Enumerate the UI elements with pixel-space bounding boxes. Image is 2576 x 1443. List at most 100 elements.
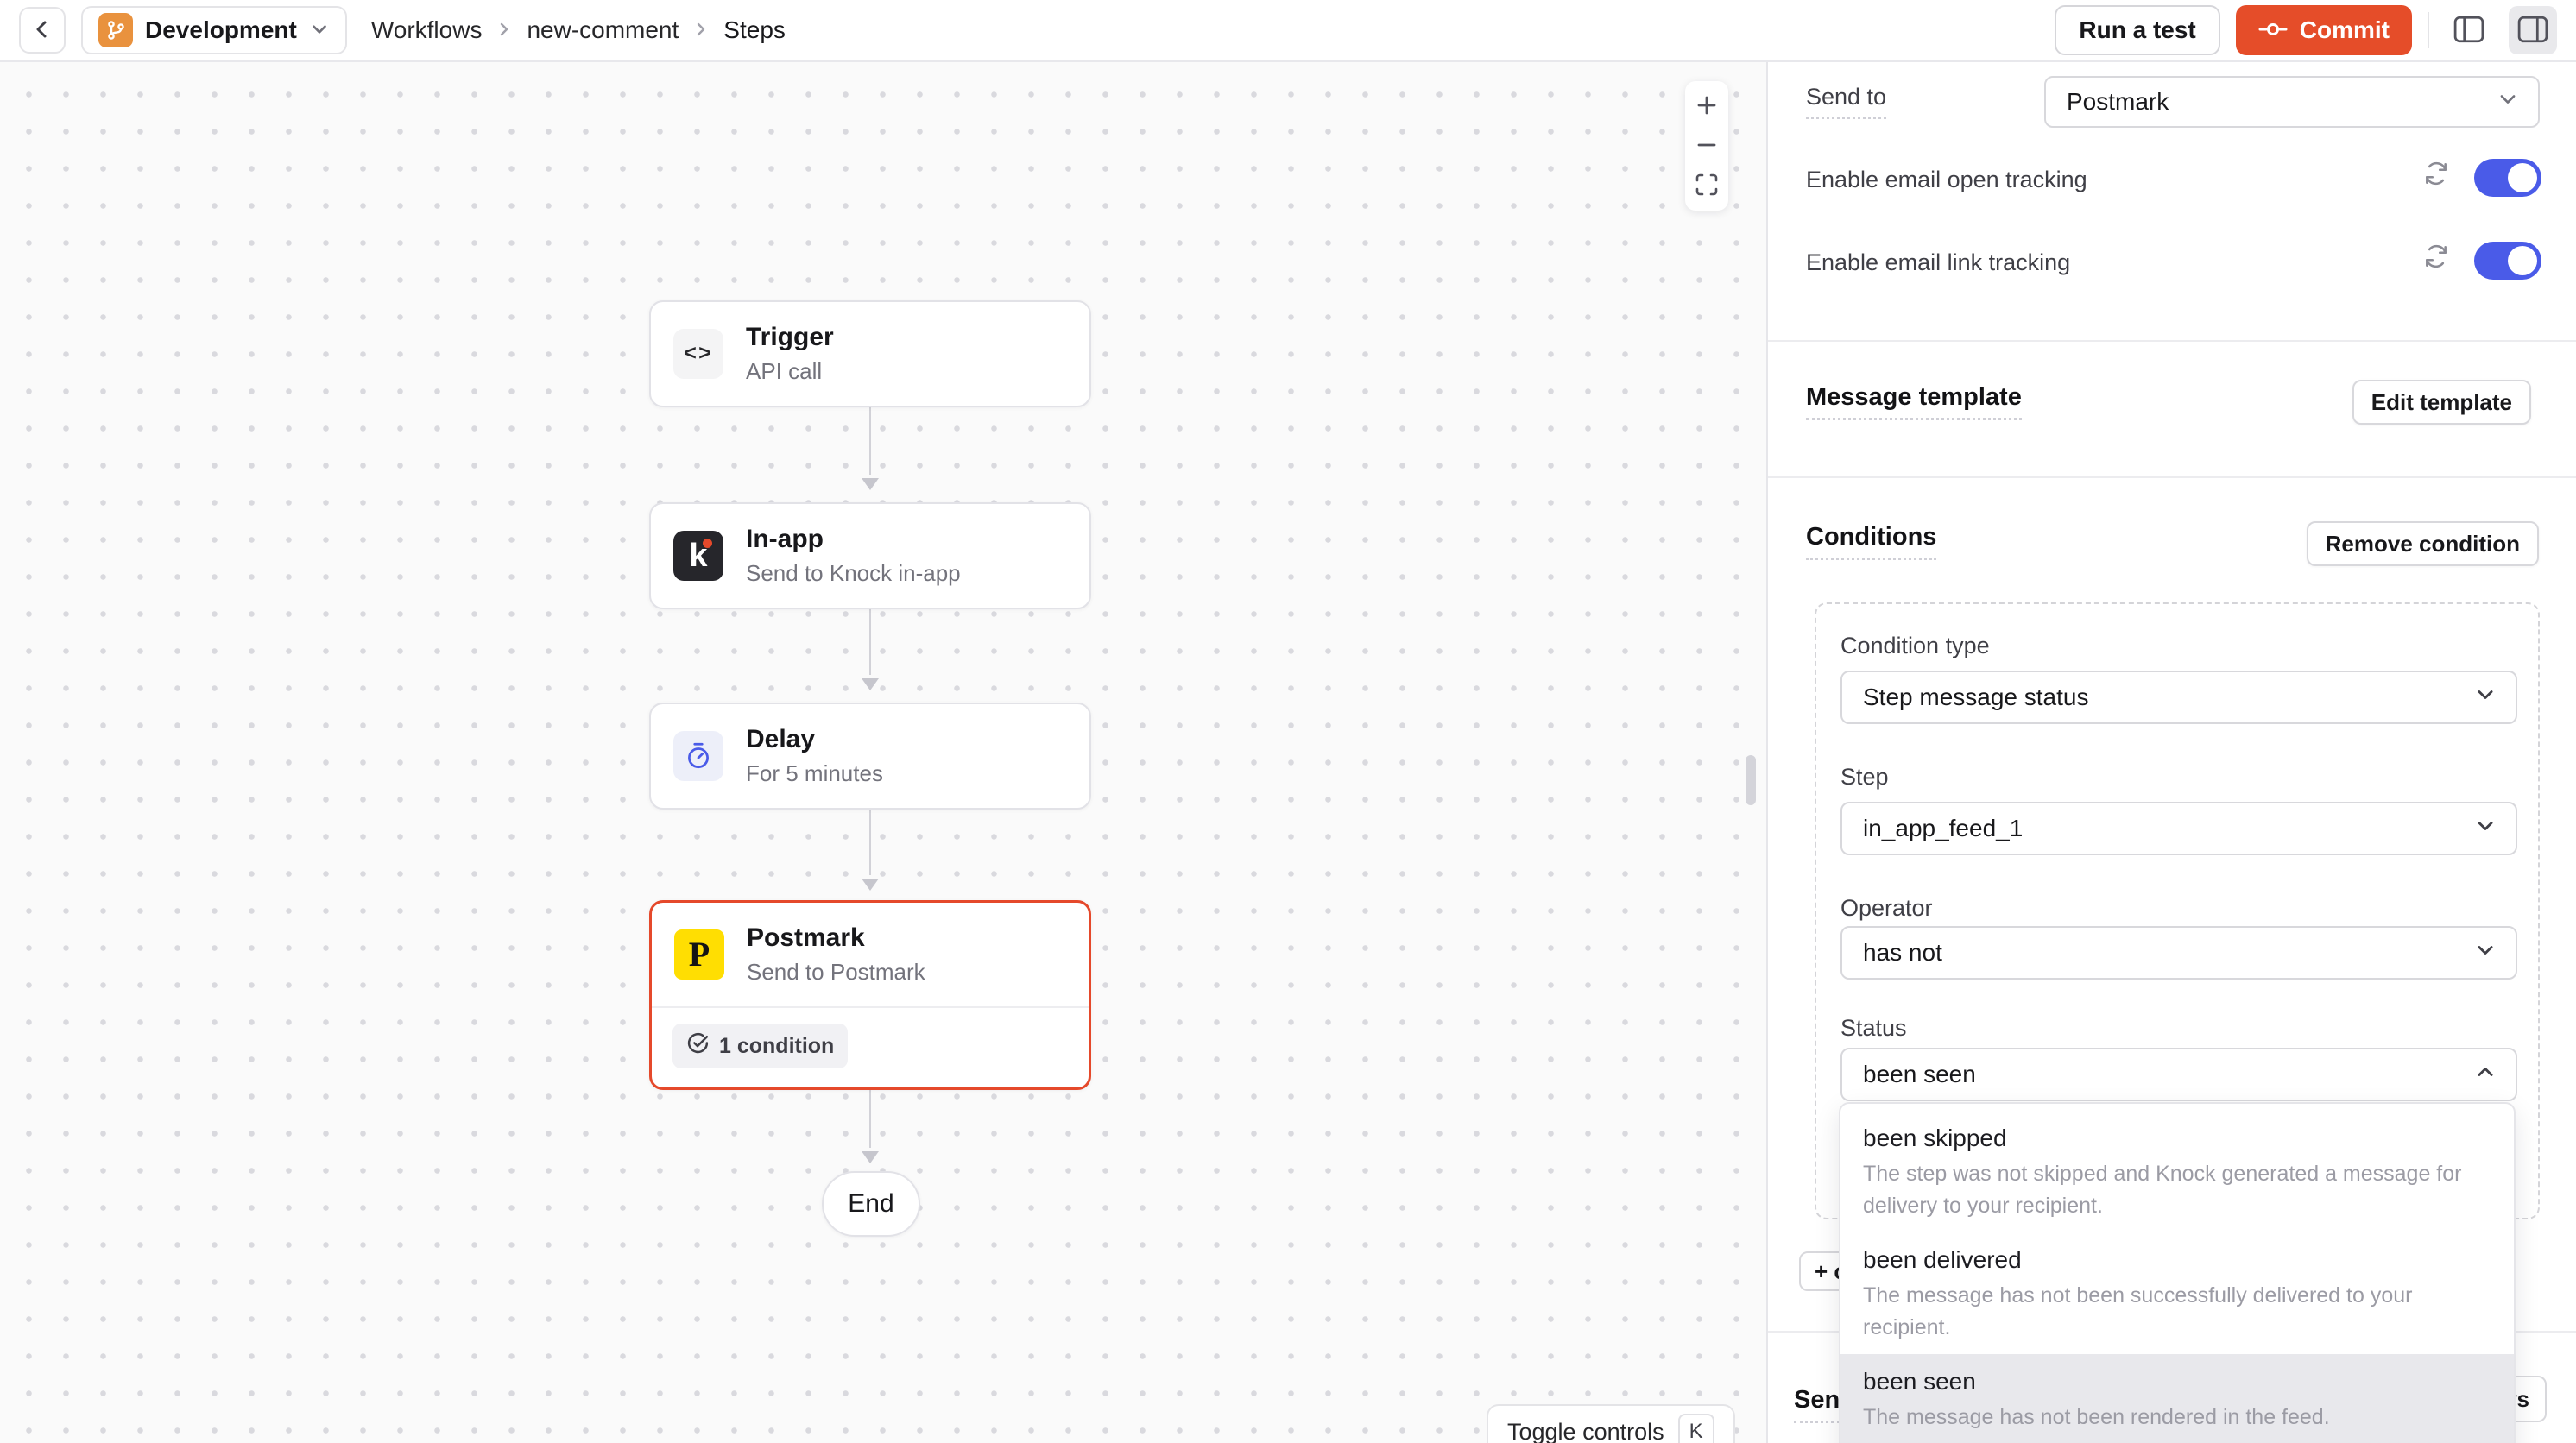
operator-value: has not <box>1863 939 1942 967</box>
node-subtitle: Send to Knock in-app <box>746 560 961 587</box>
top-bar: Development Workflows new-comment Steps … <box>0 0 2576 62</box>
edge-postmark-end <box>869 1085 871 1148</box>
toggle-left-panel-button[interactable] <box>2445 6 2493 54</box>
toggle-right-panel-button[interactable] <box>2509 6 2557 54</box>
plus-icon <box>1695 93 1719 120</box>
edge-trigger-inapp <box>869 407 871 475</box>
keyboard-shortcut-badge: K <box>1678 1414 1714 1443</box>
status-value: been seen <box>1863 1061 1976 1088</box>
toggle-controls-label: Toggle controls <box>1507 1419 1664 1443</box>
chevron-right-icon <box>692 16 710 44</box>
panel-resize-handle[interactable] <box>1746 755 1756 805</box>
chevron-down-icon <box>2474 939 2497 967</box>
breadcrumb-workflow-name[interactable]: new-comment <box>527 16 679 44</box>
node-title: Delay <box>746 725 883 754</box>
chevron-down-icon <box>2497 88 2519 117</box>
node-in-app[interactable]: k In-app Send to Knock in-app <box>649 502 1091 609</box>
postmark-logo-icon: P <box>674 929 724 980</box>
edit-template-button[interactable]: Edit template <box>2352 380 2531 425</box>
node-subtitle: Send to Postmark <box>747 959 925 986</box>
arrowhead-icon <box>862 478 879 490</box>
open-tracking-toggle[interactable] <box>2474 159 2541 197</box>
send-to-value: Postmark <box>2067 88 2169 116</box>
node-delay[interactable]: Delay For 5 minutes <box>649 703 1091 810</box>
fit-view-button[interactable] <box>1685 166 1728 205</box>
chevron-left-icon <box>29 16 55 45</box>
operator-label: Operator <box>1840 895 1933 922</box>
commit-icon <box>2258 16 2288 44</box>
condition-type-value: Step message status <box>1863 684 2088 711</box>
edge-inapp-delay <box>869 609 871 675</box>
breadcrumb: Workflows new-comment Steps <box>371 16 786 44</box>
condition-type-label: Condition type <box>1840 633 1990 659</box>
message-template-heading: Message template <box>1806 383 2022 420</box>
expand-icon <box>1694 172 1720 200</box>
arrowhead-icon <box>862 1151 879 1163</box>
open-tracking-label: Enable email open tracking <box>1806 167 2087 193</box>
send-to-select[interactable]: Postmark <box>2044 76 2540 128</box>
check-circle-icon <box>686 1031 710 1061</box>
arrowhead-icon <box>862 879 879 891</box>
environment-switcher[interactable]: Development <box>81 6 347 54</box>
chevron-down-icon <box>309 19 330 42</box>
environment-label: Development <box>145 16 297 44</box>
status-combobox[interactable]: been seen <box>1840 1048 2517 1101</box>
breadcrumb-steps[interactable]: Steps <box>723 16 786 44</box>
status-dropdown-menu: been skipped The step was not skipped an… <box>1839 1102 2516 1443</box>
chevron-down-icon <box>2474 684 2497 712</box>
commit-label: Commit <box>2300 16 2390 44</box>
toolbar-divider <box>2428 12 2429 48</box>
canvas-zoom-controls <box>1685 81 1728 211</box>
condition-type-select[interactable]: Step message status <box>1840 671 2517 724</box>
zoom-out-button[interactable] <box>1685 126 1728 166</box>
panel-right-icon <box>2517 16 2548 46</box>
section-divider <box>1768 340 2576 342</box>
step-label: Step <box>1840 764 1889 791</box>
dropdown-option-been-skipped[interactable]: been skipped The step was not skipped an… <box>1840 1111 2514 1232</box>
status-label: Status <box>1840 1015 1907 1042</box>
node-subtitle: For 5 minutes <box>746 760 883 787</box>
workflow-canvas[interactable]: <> Trigger API call k In-app Send to Kno… <box>0 62 1766 1443</box>
knock-logo-icon: k <box>673 531 723 581</box>
remove-condition-button[interactable]: Remove condition <box>2307 521 2539 566</box>
branch-icon <box>98 13 133 47</box>
top-bar-actions: Run a test Commit <box>2055 5 2557 55</box>
breadcrumb-workflows[interactable]: Workflows <box>371 16 483 44</box>
back-button[interactable] <box>19 7 66 54</box>
edge-delay-postmark <box>869 810 871 875</box>
chevron-down-icon <box>2474 815 2497 843</box>
stopwatch-icon <box>673 731 723 781</box>
step-select[interactable]: in_app_feed_1 <box>1840 802 2517 855</box>
dropdown-option-been-delivered[interactable]: been delivered The message has not been … <box>1840 1232 2514 1354</box>
chevron-up-icon <box>2474 1061 2497 1089</box>
toggle-controls-button[interactable]: Toggle controls K <box>1487 1404 1735 1443</box>
node-end[interactable]: End <box>822 1171 920 1237</box>
node-title: Postmark <box>747 923 925 953</box>
condition-count-badge: 1 condition <box>672 1024 848 1068</box>
run-a-test-button[interactable]: Run a test <box>2055 5 2219 55</box>
conditions-heading: Conditions <box>1806 523 1936 560</box>
node-title: Trigger <box>746 323 834 352</box>
commit-button[interactable]: Commit <box>2236 5 2412 55</box>
section-divider <box>1768 476 2576 478</box>
minus-icon <box>1695 133 1719 160</box>
zoom-in-button[interactable] <box>1685 86 1728 126</box>
arrowhead-icon <box>862 678 879 690</box>
step-value: in_app_feed_1 <box>1863 815 2023 842</box>
code-icon: <> <box>673 329 723 379</box>
chevron-right-icon <box>496 16 513 44</box>
operator-select[interactable]: has not <box>1840 926 2517 980</box>
link-tracking-label: Enable email link tracking <box>1806 249 2070 276</box>
workflow-editor: Development Workflows new-comment Steps … <box>0 0 2576 1443</box>
sync-icon <box>2422 160 2450 192</box>
sync-icon <box>2422 243 2450 274</box>
send-to-label: Send to <box>1806 84 1886 119</box>
link-tracking-toggle[interactable] <box>2474 242 2541 280</box>
dropdown-option-been-seen[interactable]: been seen The message has not been rende… <box>1840 1354 2514 1443</box>
node-postmark[interactable]: P Postmark Send to Postmark 1 condition <box>649 900 1091 1090</box>
send-windows-heading-partial: Sen <box>1794 1386 1840 1423</box>
panel-left-icon <box>2453 16 2484 46</box>
node-title: In-app <box>746 525 961 554</box>
node-trigger[interactable]: <> Trigger API call <box>649 300 1091 407</box>
step-config-panel: Send to Postmark Enable email open track… <box>1766 62 2576 1443</box>
